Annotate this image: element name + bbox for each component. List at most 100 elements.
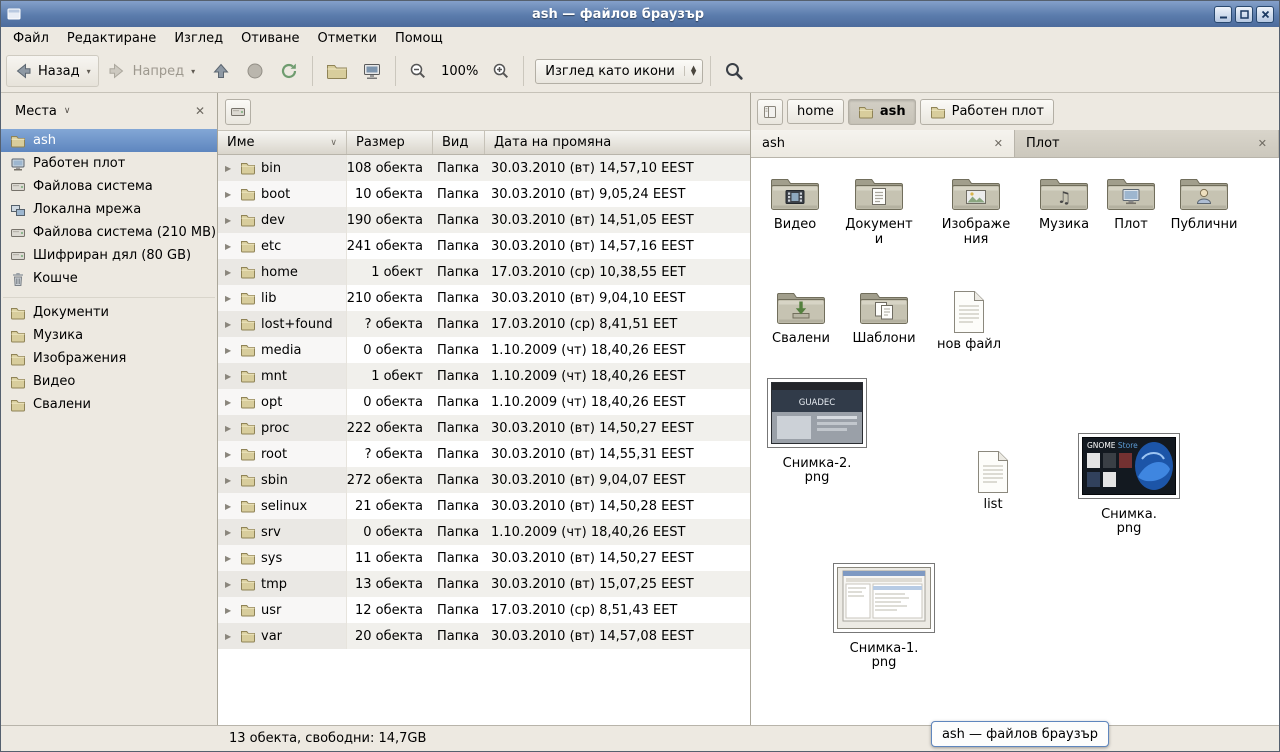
sidebar-close-button[interactable]: ✕	[191, 102, 209, 120]
sidebar-item-documents[interactable]: Документи	[1, 301, 217, 324]
sidebar-item-downloads[interactable]: Свалени	[1, 393, 217, 416]
breadcrumb-ash[interactable]: ash	[848, 99, 916, 125]
expander-icon[interactable]: ▶	[225, 268, 235, 277]
column-header-size[interactable]: Размер	[347, 131, 433, 154]
expander-icon[interactable]: ▶	[225, 398, 235, 407]
maximize-button[interactable]	[1235, 6, 1253, 23]
tree-row-mnt[interactable]: ▶mnt1 обектПапка1.10.2009 (чт) 18,40,26 …	[218, 363, 750, 389]
tree-row-proc[interactable]: ▶proc222 обектаПапка30.03.2010 (вт) 14,5…	[218, 415, 750, 441]
icon-Снимка-1.png[interactable]: Снимка-​1.​png	[832, 563, 936, 671]
tree-row-tmp[interactable]: ▶tmp13 обектаПапка30.03.2010 (вт) 15,07,…	[218, 571, 750, 597]
sidebar-item-videos[interactable]: Видео	[1, 370, 217, 393]
tree-row-sys[interactable]: ▶sys11 обектаПапка30.03.2010 (вт) 14,50,…	[218, 545, 750, 571]
menu-go[interactable]: Отиване	[232, 28, 308, 49]
expander-icon[interactable]: ▶	[225, 372, 235, 381]
expander-icon[interactable]: ▶	[225, 294, 235, 303]
expander-icon[interactable]: ▶	[225, 242, 235, 251]
sidebar-item-pictures[interactable]: Изображения	[1, 347, 217, 370]
sidebar-item-encrypted-80[interactable]: Шифриран дял (80 GB)	[1, 244, 217, 267]
tree-row-selinux[interactable]: ▶selinux21 обектаПапка30.03.2010 (вт) 14…	[218, 493, 750, 519]
chevron-down-icon[interactable]: ▾	[85, 67, 93, 76]
expander-icon[interactable]: ▶	[225, 320, 235, 329]
tree-row-srv[interactable]: ▶srv0 обектаПапка1.10.2009 (чт) 18,40,26…	[218, 519, 750, 545]
expander-icon[interactable]: ▶	[225, 554, 235, 563]
tab-close-icon[interactable]: ✕	[994, 137, 1003, 150]
pathbar-places-button[interactable]	[757, 99, 783, 125]
menu-bookmarks[interactable]: Отметки	[308, 28, 385, 49]
places-selector[interactable]: Места ∨	[9, 100, 77, 123]
tree-row-opt[interactable]: ▶opt0 обектаПапка1.10.2009 (чт) 18,40,26…	[218, 389, 750, 415]
taskbar-window-button[interactable]: ash — файлов браузър	[931, 721, 1109, 747]
breadcrumb-home[interactable]: home	[787, 99, 844, 124]
sidebar-item-ash[interactable]: ash	[1, 129, 217, 152]
sidebar-item-filesystem-210[interactable]: Файлова система (210 MB)	[1, 221, 217, 244]
home-button[interactable]	[320, 56, 354, 86]
forward-button[interactable]: Напред ▾	[101, 55, 204, 87]
zoom-in-button[interactable]	[486, 56, 516, 86]
column-header-type[interactable]: Вид	[433, 131, 485, 154]
tree-row-etc[interactable]: ▶etc241 обектаПапка30.03.2010 (вт) 14,57…	[218, 233, 750, 259]
close-button[interactable]	[1256, 6, 1274, 23]
expander-icon[interactable]: ▶	[225, 528, 235, 537]
icon-нов файл[interactable]: нов файл	[927, 290, 1011, 353]
expander-icon[interactable]: ▶	[225, 502, 235, 511]
menu-edit[interactable]: Редактиране	[58, 28, 165, 49]
icon-Плот[interactable]: Плот	[1089, 174, 1173, 233]
tree-row-lost+found[interactable]: ▶lost+found? обектаПапка17.03.2010 (ср) …	[218, 311, 750, 337]
icon-Публични[interactable]: Публични	[1162, 174, 1246, 233]
expander-icon[interactable]: ▶	[225, 424, 235, 433]
tree-row-bin[interactable]: ▶bin108 обектаПапка30.03.2010 (вт) 14,57…	[218, 155, 750, 181]
icon-list[interactable]: list	[951, 450, 1035, 513]
menu-help[interactable]: Помощ	[386, 28, 452, 49]
breadcrumb-root-button[interactable]	[225, 99, 251, 125]
minimize-button[interactable]	[1214, 6, 1232, 23]
tree-row-dev[interactable]: ▶dev190 обектаПапка30.03.2010 (вт) 14,51…	[218, 207, 750, 233]
expander-icon[interactable]: ▶	[225, 476, 235, 485]
tree-row-lib[interactable]: ▶lib210 обектаПапка30.03.2010 (вт) 9,04,…	[218, 285, 750, 311]
icon-Документи[interactable]: Документи	[837, 174, 921, 247]
column-header-date[interactable]: Дата на промяна	[485, 131, 750, 154]
tree-row-media[interactable]: ▶media0 обектаПапка1.10.2009 (чт) 18,40,…	[218, 337, 750, 363]
expander-icon[interactable]: ▶	[225, 164, 235, 173]
menu-view[interactable]: Изглед	[165, 28, 232, 49]
stop-button[interactable]	[239, 55, 271, 87]
back-button[interactable]: Назад ▾	[6, 55, 99, 87]
expander-icon[interactable]: ▶	[225, 632, 235, 641]
sidebar-item-desktop[interactable]: Работен плот	[1, 152, 217, 175]
zoom-out-button[interactable]	[403, 56, 433, 86]
sidebar-item-filesystem[interactable]: Файлова система	[1, 175, 217, 198]
expander-icon[interactable]: ▶	[225, 580, 235, 589]
expander-icon[interactable]: ▶	[225, 190, 235, 199]
tree-row-var[interactable]: ▶var20 обектаПапка30.03.2010 (вт) 14,57,…	[218, 623, 750, 649]
sidebar-item-music[interactable]: Музика	[1, 324, 217, 347]
tree-row-sbin[interactable]: ▶sbin272 обектаПапка30.03.2010 (вт) 9,04…	[218, 467, 750, 493]
expander-icon[interactable]: ▶	[225, 216, 235, 225]
search-button[interactable]	[718, 55, 751, 88]
computer-button[interactable]	[356, 55, 388, 87]
column-header-name[interactable]: Име∨	[218, 131, 347, 154]
tree-row-root[interactable]: ▶root? обектаПапка30.03.2010 (вт) 14,55,…	[218, 441, 750, 467]
view-mode-combobox[interactable]: Изглед като икони ▲▼	[535, 59, 703, 84]
icon-Шаблони[interactable]: Шаблони	[842, 288, 926, 347]
sidebar-item-trash[interactable]: Кошче	[1, 267, 217, 290]
chevron-down-icon[interactable]: ▾	[189, 67, 197, 76]
icon-Снимка.png[interactable]: GNOME StoreСнимка.​png	[1077, 433, 1181, 537]
icon-Видео[interactable]: Видео	[753, 174, 837, 233]
menu-file[interactable]: Файл	[4, 28, 58, 49]
tab-plot[interactable]: Плот✕	[1015, 130, 1279, 157]
breadcrumb-desktop[interactable]: Работен плот	[920, 99, 1054, 125]
tree-row-home[interactable]: ▶home1 обектПапка17.03.2010 (ср) 10,38,5…	[218, 259, 750, 285]
tab-ash[interactable]: ash✕	[751, 130, 1015, 157]
tree-row-boot[interactable]: ▶boot10 обектаПапка30.03.2010 (вт) 9,05,…	[218, 181, 750, 207]
tree-row-usr[interactable]: ▶usr12 обектаПапка17.03.2010 (ср) 8,51,4…	[218, 597, 750, 623]
icon-Снимка-2.png[interactable]: GUADECСнимка-​2.​png	[765, 378, 869, 486]
icon-Изображения[interactable]: Изображения	[934, 174, 1018, 247]
expander-icon[interactable]: ▶	[225, 346, 235, 355]
sidebar-item-network[interactable]: Локална мрежа	[1, 198, 217, 221]
tab-close-icon[interactable]: ✕	[1258, 137, 1267, 150]
up-button[interactable]	[205, 55, 237, 87]
expander-icon[interactable]: ▶	[225, 606, 235, 615]
reload-button[interactable]	[273, 55, 305, 87]
icon-Свалени[interactable]: Свалени	[759, 288, 843, 347]
expander-icon[interactable]: ▶	[225, 450, 235, 459]
